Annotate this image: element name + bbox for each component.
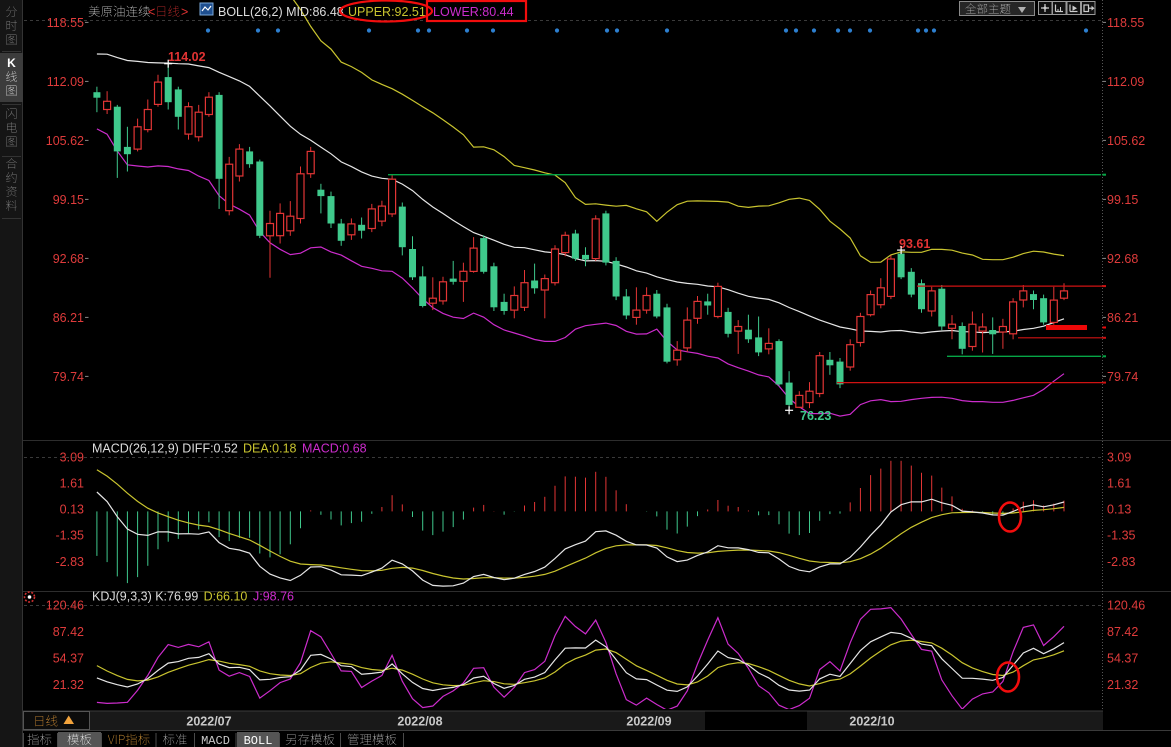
svg-text:79.74: 79.74 bbox=[1107, 370, 1138, 384]
svg-text:-2.83: -2.83 bbox=[1107, 555, 1136, 569]
svg-text:120.46: 120.46 bbox=[1107, 599, 1145, 613]
svg-text:54.37: 54.37 bbox=[53, 652, 84, 666]
svg-text:MACD:0.68: MACD:0.68 bbox=[302, 442, 367, 456]
svg-text:DEA:0.18: DEA:0.18 bbox=[243, 442, 297, 456]
svg-text:3.09: 3.09 bbox=[1107, 450, 1131, 464]
svg-text:114.02: 114.02 bbox=[168, 50, 206, 64]
svg-text:-2.83: -2.83 bbox=[56, 555, 85, 569]
svg-text:D:66.10: D:66.10 bbox=[204, 590, 248, 604]
svg-text:BOLL(26,2) MID:86.48: BOLL(26,2) MID:86.48 bbox=[218, 5, 344, 19]
svg-text:93.61: 93.61 bbox=[899, 237, 930, 251]
svg-text:21.32: 21.32 bbox=[53, 678, 84, 692]
svg-text:21.32: 21.32 bbox=[1107, 678, 1138, 692]
svg-text:87.42: 87.42 bbox=[1107, 625, 1138, 639]
svg-text:79.74: 79.74 bbox=[53, 370, 84, 384]
svg-text:2022/07: 2022/07 bbox=[186, 715, 231, 729]
svg-text:1.61: 1.61 bbox=[1107, 477, 1131, 491]
svg-text:86.21: 86.21 bbox=[53, 311, 84, 325]
svg-text:<: < bbox=[148, 5, 155, 19]
svg-text:0.13: 0.13 bbox=[1107, 503, 1131, 517]
svg-text:87.42: 87.42 bbox=[53, 625, 84, 639]
svg-text:2022/10: 2022/10 bbox=[849, 715, 894, 729]
svg-text:-1.35: -1.35 bbox=[56, 529, 85, 543]
svg-text:76.23: 76.23 bbox=[800, 409, 831, 423]
svg-text:120.46: 120.46 bbox=[46, 599, 84, 613]
svg-text:99.15: 99.15 bbox=[53, 193, 84, 207]
svg-text:112.09: 112.09 bbox=[47, 75, 84, 89]
svg-text:105.62: 105.62 bbox=[46, 134, 84, 148]
svg-text:54.37: 54.37 bbox=[1107, 652, 1138, 666]
svg-text:118.55: 118.55 bbox=[47, 16, 84, 30]
svg-text:92.68: 92.68 bbox=[53, 252, 84, 266]
svg-text:118.55: 118.55 bbox=[1107, 16, 1144, 30]
svg-text:99.15: 99.15 bbox=[1107, 193, 1138, 207]
svg-text:-1.35: -1.35 bbox=[1107, 529, 1136, 543]
svg-text:MACD: MACD bbox=[201, 734, 230, 747]
svg-text:105.62: 105.62 bbox=[1107, 134, 1145, 148]
svg-text:112.09: 112.09 bbox=[1107, 75, 1144, 89]
svg-text:J:98.76: J:98.76 bbox=[253, 590, 294, 604]
svg-text:1.61: 1.61 bbox=[60, 477, 84, 491]
svg-text:3.09: 3.09 bbox=[60, 450, 84, 464]
svg-text:MACD(26,12,9) DIFF:0.52: MACD(26,12,9) DIFF:0.52 bbox=[92, 442, 238, 456]
svg-text:LOWER:80.44: LOWER:80.44 bbox=[433, 5, 514, 19]
svg-text:86.21: 86.21 bbox=[1107, 311, 1138, 325]
svg-text:UPPER:92.51: UPPER:92.51 bbox=[348, 5, 426, 19]
svg-text:2022/08: 2022/08 bbox=[397, 715, 442, 729]
svg-text:BOLL: BOLL bbox=[244, 734, 273, 747]
svg-text:2022/09: 2022/09 bbox=[626, 715, 671, 729]
svg-text:K: K bbox=[7, 56, 16, 70]
svg-text:92.68: 92.68 bbox=[1107, 252, 1138, 266]
svg-text:>: > bbox=[181, 5, 188, 19]
svg-text:0.13: 0.13 bbox=[60, 503, 84, 517]
svg-text:KDJ(9,3,3) K:76.99: KDJ(9,3,3) K:76.99 bbox=[92, 590, 198, 604]
